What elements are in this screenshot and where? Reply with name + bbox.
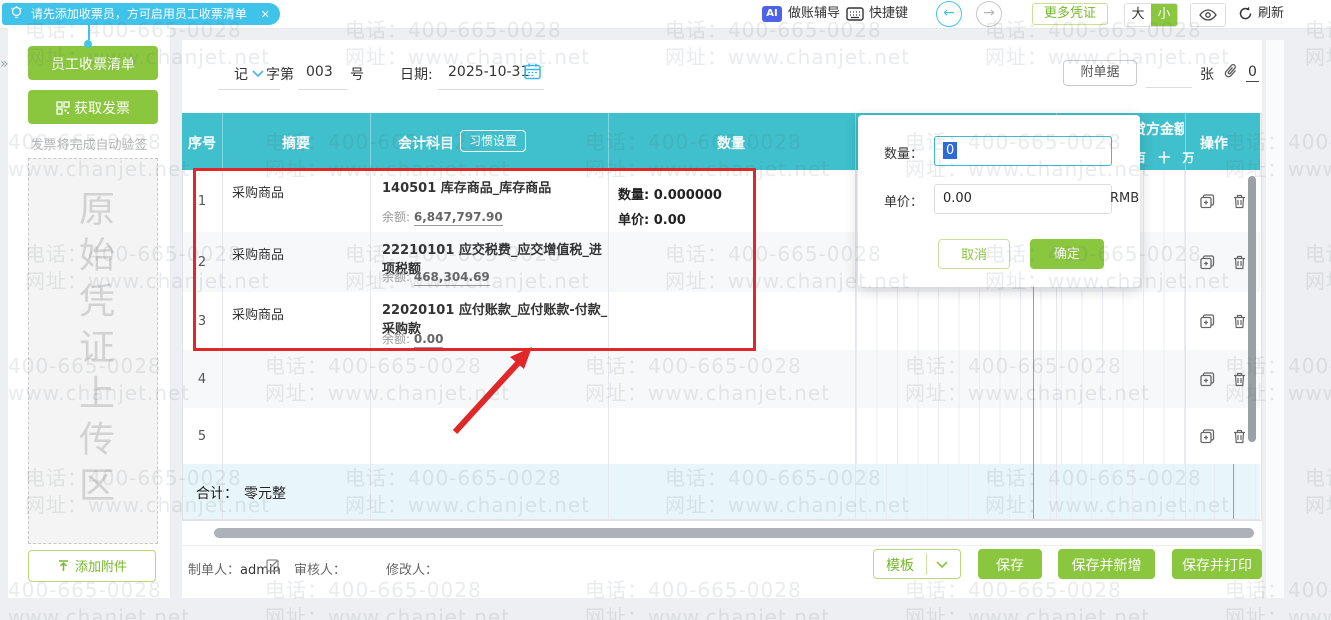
refresh-icon [1238,6,1253,21]
refresh-button[interactable]: 刷新 [1258,5,1284,23]
attachment-unit-label: 张 [1200,67,1214,83]
number-underline [298,88,348,90]
font-size-toggle: 大 小 [1124,3,1178,27]
attachment-count-underline[interactable] [1146,86,1192,88]
keyboard-icon [846,7,864,21]
dialog-qty-input[interactable]: 0 [934,136,1112,166]
shortcut-keys-button[interactable]: 快捷键 [869,5,908,23]
dialog-price-input[interactable]: 0.00 [934,184,1112,214]
habit-setting-button[interactable]: 习惯设置 [460,130,527,152]
dialog-price-label: 单价： [884,195,924,210]
forward-button[interactable]: → [976,1,1002,27]
add-attachment-button[interactable]: 添加附件 [28,550,156,582]
upload-area-label: 原始凭证上传区 [73,190,114,512]
more-vouchers-button[interactable]: 更多凭证 [1032,3,1108,25]
tooltip-connector-line [88,25,90,40]
ai-badge-icon: AI [762,6,782,22]
annotation-highlight-box [193,168,756,351]
voucher-number-input[interactable]: 003 [306,64,333,80]
word-suffix-label: 字第 [266,67,294,83]
eye-icon [1199,9,1217,21]
attachment-count-link[interactable]: 0 [1246,64,1259,82]
selected-text: 0 [943,142,958,159]
date-label: 日期: [400,67,433,83]
currency-label: RMB [1110,191,1140,206]
horizontal-scrollbar[interactable] [214,528,1254,538]
qr-code-icon [56,101,70,115]
accounting-tutor-button[interactable]: 做账辅导 [788,5,840,23]
save-and-new-button[interactable]: 保存并新增 [1058,549,1155,579]
save-and-print-button[interactable]: 保存并打印 [1172,549,1262,579]
date-underline [438,88,544,90]
get-invoice-button[interactable]: 获取发票 [28,90,158,124]
calendar-icon[interactable] [524,63,541,80]
modifier-label: 修改人： [386,563,439,578]
paperclip-icon[interactable] [1224,63,1238,79]
template-chevron-down-icon[interactable] [936,561,948,569]
header-quantity: 数量 [717,136,745,152]
save-button[interactable]: 保存 [978,549,1042,579]
chevron-down-icon[interactable] [252,70,264,78]
reviewer-label: 审核人： [294,563,347,578]
original-voucher-upload-area[interactable]: 原始凭证上传区 [28,158,158,544]
attach-document-button[interactable]: 附单据 [1063,60,1137,86]
right-gutter [1266,40,1284,598]
dialog-confirm-button[interactable]: 确定 [1030,239,1104,269]
quantity-price-dialog: 数量： 0 单价： 0.00 RMB 取消 确定 [858,115,1140,287]
size-large-option[interactable]: 大 [1125,4,1151,26]
footer-divider [182,545,1262,546]
header-summary: 摘要 [282,136,310,152]
bulb-icon [11,6,22,19]
header-digit-strip: 百 十 万 [1134,151,1199,165]
employee-receipt-list-button[interactable]: 员工收票清单 [28,46,158,80]
voucher-word-select[interactable]: 记 [234,64,248,84]
header-operation: 操作 [1200,136,1228,152]
edit-creator-icon[interactable] [266,558,280,572]
auto-verify-tip: 发票将完成自动验签 [30,138,148,153]
dialog-qty-label: 数量： [884,147,924,162]
vertical-scrollbar[interactable] [1248,176,1256,442]
annotation-arrow [452,347,532,435]
date-input[interactable]: 2025-10-31 [448,64,529,80]
size-small-option[interactable]: 小 [1151,4,1177,26]
preview-eye-button[interactable] [1190,3,1226,27]
sidebar-collapse-icon[interactable]: » [0,56,9,72]
back-button[interactable]: ← [936,1,962,27]
template-label: 模板 [886,558,914,574]
notice-tooltip: 请先添加收票员，方可启用员工收票清单 ✕ [2,3,280,25]
header-index: 序号 [188,136,216,152]
upload-icon [58,560,68,571]
template-split-button[interactable]: 模板 [873,549,961,579]
tooltip-connector-dot [84,40,92,48]
notice-text: 请先添加收票员，方可启用员工收票清单 [30,7,247,21]
header-account: 会计科目 [398,136,454,152]
word-underline [218,88,280,90]
add-attachment-label: 添加附件 [74,559,127,574]
notice-close-icon[interactable]: ✕ [261,8,270,21]
number-unit-label: 号 [350,67,364,83]
dialog-cancel-button[interactable]: 取消 [938,239,1010,269]
left-sidebar: » 员工收票清单 获取发票 发票将完成自动验签 原始凭证上传区 添加附件 [0,28,171,598]
voucher-entry-page: AI 做账辅导 快捷键 ← → 更多凭证 大 小 刷新 请先添加收票员，方可启用… [0,0,1331,620]
get-invoice-label: 获取发票 [74,100,130,116]
